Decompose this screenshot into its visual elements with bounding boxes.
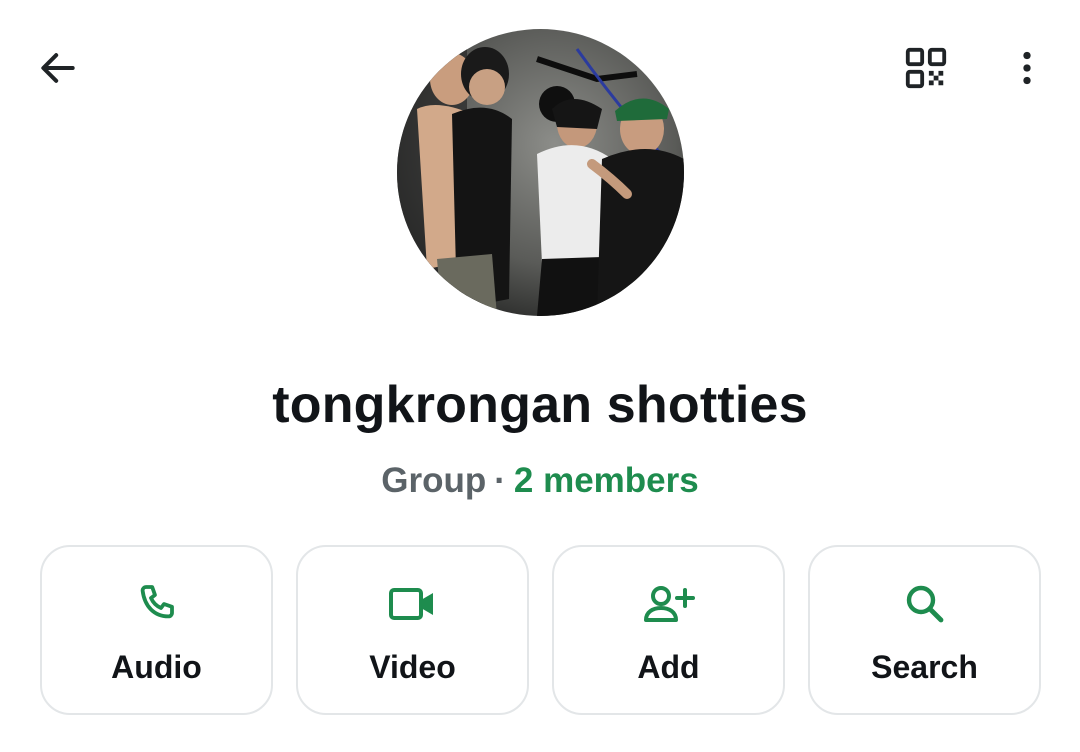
search-label: Search bbox=[871, 649, 978, 685]
group-photo bbox=[397, 29, 684, 316]
video-camera-icon bbox=[388, 588, 433, 620]
separator-dot: · bbox=[494, 461, 506, 500]
video-label: Video bbox=[369, 649, 456, 685]
audio-label: Audio bbox=[111, 649, 202, 685]
more-options-button[interactable] bbox=[995, 36, 1059, 100]
phone-icon bbox=[140, 585, 174, 619]
more-vertical-icon bbox=[1023, 51, 1031, 85]
search-icon bbox=[906, 585, 943, 623]
video-call-button[interactable]: Video bbox=[296, 545, 529, 715]
arrow-left-icon bbox=[41, 53, 75, 83]
group-type-label: Group bbox=[381, 461, 487, 500]
add-person-icon bbox=[643, 586, 695, 622]
group-avatar[interactable] bbox=[397, 29, 684, 316]
group-subtitle: Group · 2 members bbox=[0, 461, 1080, 501]
back-button[interactable] bbox=[26, 36, 90, 100]
search-button[interactable]: Search bbox=[808, 545, 1041, 715]
action-buttons-row: Audio Video Add Search bbox=[40, 545, 1041, 715]
audio-call-button[interactable]: Audio bbox=[40, 545, 273, 715]
group-name: tongkrongan shotties bbox=[272, 376, 808, 434]
add-label: Add bbox=[637, 649, 700, 685]
qr-code-button[interactable] bbox=[894, 36, 958, 100]
members-link[interactable]: 2 members bbox=[514, 461, 699, 500]
qr-code-icon bbox=[905, 47, 947, 89]
add-member-button[interactable]: Add bbox=[552, 545, 785, 715]
